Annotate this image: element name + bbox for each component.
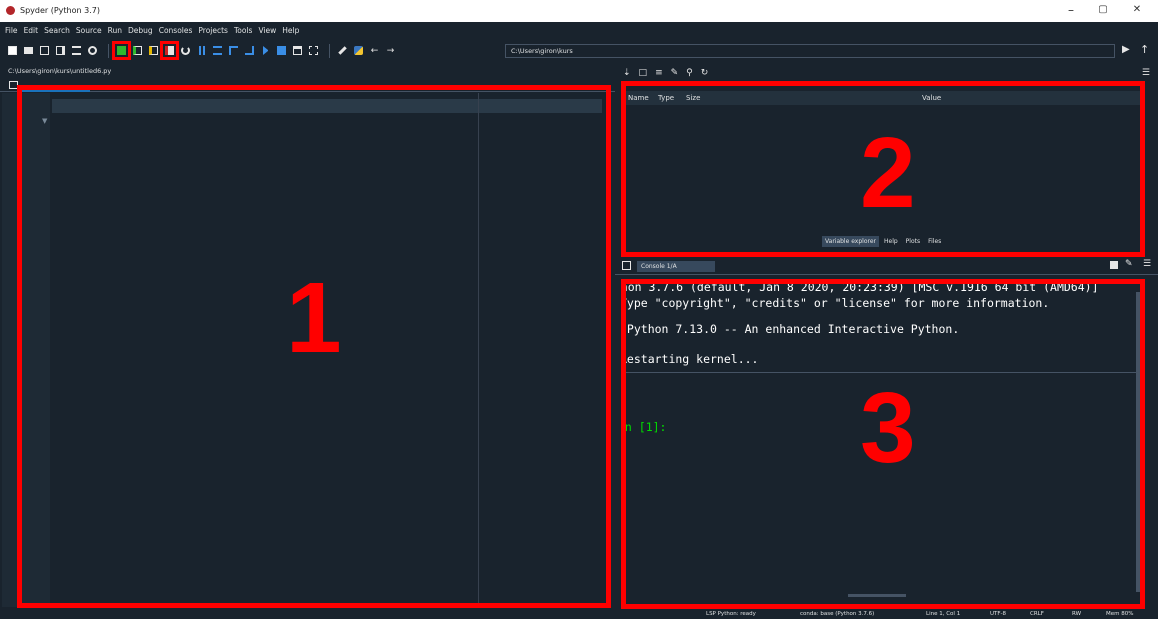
wrench-icon[interactable] bbox=[336, 44, 349, 57]
save-file-icon[interactable] bbox=[38, 44, 51, 57]
tab-files[interactable]: Files bbox=[925, 236, 945, 247]
menu-edit[interactable]: Edit bbox=[24, 26, 39, 35]
browse-tabs-icon[interactable] bbox=[9, 81, 18, 89]
run-cell-icon[interactable] bbox=[131, 44, 144, 57]
debug-stop-icon[interactable] bbox=[275, 44, 288, 57]
menu-help[interactable]: Help bbox=[282, 26, 299, 35]
debug-icon[interactable] bbox=[195, 44, 208, 57]
title-bar: Spyder (Python 3.7) – ▢ ✕ bbox=[0, 0, 1158, 22]
console-tab-bar: Console 1/A ✎ ☰ bbox=[615, 257, 1158, 275]
menu-file[interactable]: File bbox=[5, 26, 18, 35]
menu-search[interactable]: Search bbox=[44, 26, 70, 35]
run-cell-advance-icon[interactable] bbox=[147, 44, 160, 57]
close-button[interactable]: ✕ bbox=[1122, 4, 1152, 15]
back-arrow-icon[interactable]: ← bbox=[368, 44, 381, 57]
column-size[interactable]: Size bbox=[686, 91, 700, 105]
tab-variable-explorer[interactable]: Variable explorer bbox=[822, 236, 879, 247]
open-file-icon[interactable] bbox=[22, 44, 35, 57]
run-selection-icon[interactable] bbox=[160, 41, 179, 60]
spyder-logo-icon bbox=[6, 6, 15, 15]
rw-status: RW bbox=[1072, 611, 1082, 617]
stop-kernel-icon[interactable] bbox=[1110, 261, 1118, 269]
column-value[interactable]: Value bbox=[922, 91, 941, 105]
annotation-number-1: 1 bbox=[286, 262, 342, 374]
console-hscrollbar[interactable] bbox=[848, 594, 906, 597]
new-file-icon[interactable] bbox=[6, 44, 19, 57]
lsp-status: LSP Python: ready bbox=[706, 611, 756, 617]
maximize-button[interactable]: ▢ bbox=[1088, 4, 1118, 15]
console-options-icon[interactable] bbox=[622, 261, 631, 270]
tab-help[interactable]: Help bbox=[880, 236, 901, 247]
refresh-icon[interactable]: ↻ bbox=[701, 68, 709, 78]
preferences-circle-icon[interactable] bbox=[86, 44, 99, 57]
save-all-icon[interactable] bbox=[54, 44, 67, 57]
save-as-icon[interactable]: ≡ bbox=[655, 68, 663, 78]
options-menu-icon[interactable]: ☰ bbox=[1142, 68, 1150, 78]
fold-arrow-icon[interactable]: ▼ bbox=[42, 117, 47, 125]
menu-consoles[interactable]: Consoles bbox=[159, 26, 193, 35]
menu-tools[interactable]: Tools bbox=[234, 26, 252, 35]
tab-plots[interactable]: Plots bbox=[902, 236, 924, 247]
column-name[interactable]: Name bbox=[628, 91, 649, 105]
window-title: Spyder (Python 3.7) bbox=[20, 6, 100, 15]
debug-step-icon[interactable] bbox=[211, 44, 224, 57]
run-file-icon[interactable] bbox=[112, 41, 131, 60]
browse-folder-icon[interactable]: ▶ bbox=[1122, 44, 1130, 55]
toolbar-separator bbox=[329, 43, 330, 58]
conda-status: conda: base (Python 3.7.6) bbox=[800, 611, 875, 617]
menu-run[interactable]: Run bbox=[108, 26, 122, 35]
menu-debug[interactable]: Debug bbox=[128, 26, 153, 35]
pane-tabs: Variable explorer Help Plots Files bbox=[822, 236, 945, 247]
menu-bar: File Edit Search Source Run Debug Consol… bbox=[0, 22, 1158, 39]
console-line: Python 3.7.6 (default, Jan 8 2020, 20:23… bbox=[622, 282, 1099, 294]
editor-active-tab[interactable] bbox=[20, 90, 90, 92]
clear-console-icon[interactable]: ✎ bbox=[1125, 259, 1133, 269]
minimize-button[interactable]: – bbox=[1056, 3, 1086, 17]
parent-directory-icon[interactable]: ↑ bbox=[1140, 43, 1149, 56]
forward-arrow-icon[interactable]: → bbox=[384, 44, 397, 57]
console-line: Type "copyright", "credits" or "license"… bbox=[622, 296, 1050, 310]
variable-table-header: Name Type Size Value bbox=[622, 91, 1142, 105]
annotation-number-3: 3 bbox=[860, 372, 916, 484]
edge-line bbox=[478, 93, 479, 607]
eol-status: CRLF bbox=[1030, 611, 1044, 617]
browse-tabs-icon[interactable] bbox=[70, 44, 83, 57]
variable-explorer-toolbar: ⇣ □ ≡ ✎ ⚲ ↻ ☰ bbox=[615, 64, 1158, 82]
maximize-pane-icon[interactable] bbox=[291, 44, 304, 57]
cursor-position: Line 1, Col 1 bbox=[926, 611, 961, 617]
console-line: IPython 7.13.0 -- An enhanced Interactiv… bbox=[622, 322, 960, 336]
console-scrollbar[interactable] bbox=[1136, 292, 1140, 592]
python-path-icon[interactable] bbox=[352, 44, 365, 57]
menu-view[interactable]: View bbox=[258, 26, 276, 35]
editor-file-path: C:\Users\giron\kurs\untitled6.py bbox=[0, 64, 615, 78]
console-prompt: In [1]: bbox=[622, 420, 667, 434]
console-line: Restarting kernel... bbox=[622, 352, 759, 366]
import-data-icon[interactable]: ⇣ bbox=[623, 68, 631, 78]
column-type[interactable]: Type bbox=[658, 91, 674, 105]
toolbar-separator bbox=[108, 43, 109, 58]
rerun-icon[interactable] bbox=[179, 44, 192, 57]
search-icon[interactable]: ⚲ bbox=[686, 68, 693, 78]
debug-step-return-icon[interactable] bbox=[243, 44, 256, 57]
working-directory-input[interactable]: C:\Users\giron\kurs bbox=[505, 44, 1115, 58]
annotation-number-2: 2 bbox=[860, 117, 916, 229]
status-bar: LSP Python: ready conda: base (Python 3.… bbox=[0, 608, 1158, 619]
eraser-icon[interactable]: ✎ bbox=[671, 68, 679, 78]
memory-status: Mem 80% bbox=[1106, 611, 1134, 617]
editor-tab-bar bbox=[0, 78, 615, 92]
encoding-status: UTF-8 bbox=[990, 611, 1007, 617]
fullscreen-icon[interactable] bbox=[307, 44, 320, 57]
console-menu-icon[interactable]: ☰ bbox=[1143, 259, 1151, 269]
debug-continue-icon[interactable] bbox=[259, 44, 272, 57]
debug-step-into-icon[interactable] bbox=[227, 44, 240, 57]
menu-projects[interactable]: Projects bbox=[198, 26, 228, 35]
save-data-icon[interactable]: □ bbox=[639, 68, 648, 78]
menu-source[interactable]: Source bbox=[76, 26, 102, 35]
line-number-gutter bbox=[2, 93, 50, 607]
current-line-highlight bbox=[52, 99, 602, 113]
console-tab[interactable]: Console 1/A bbox=[637, 261, 715, 272]
